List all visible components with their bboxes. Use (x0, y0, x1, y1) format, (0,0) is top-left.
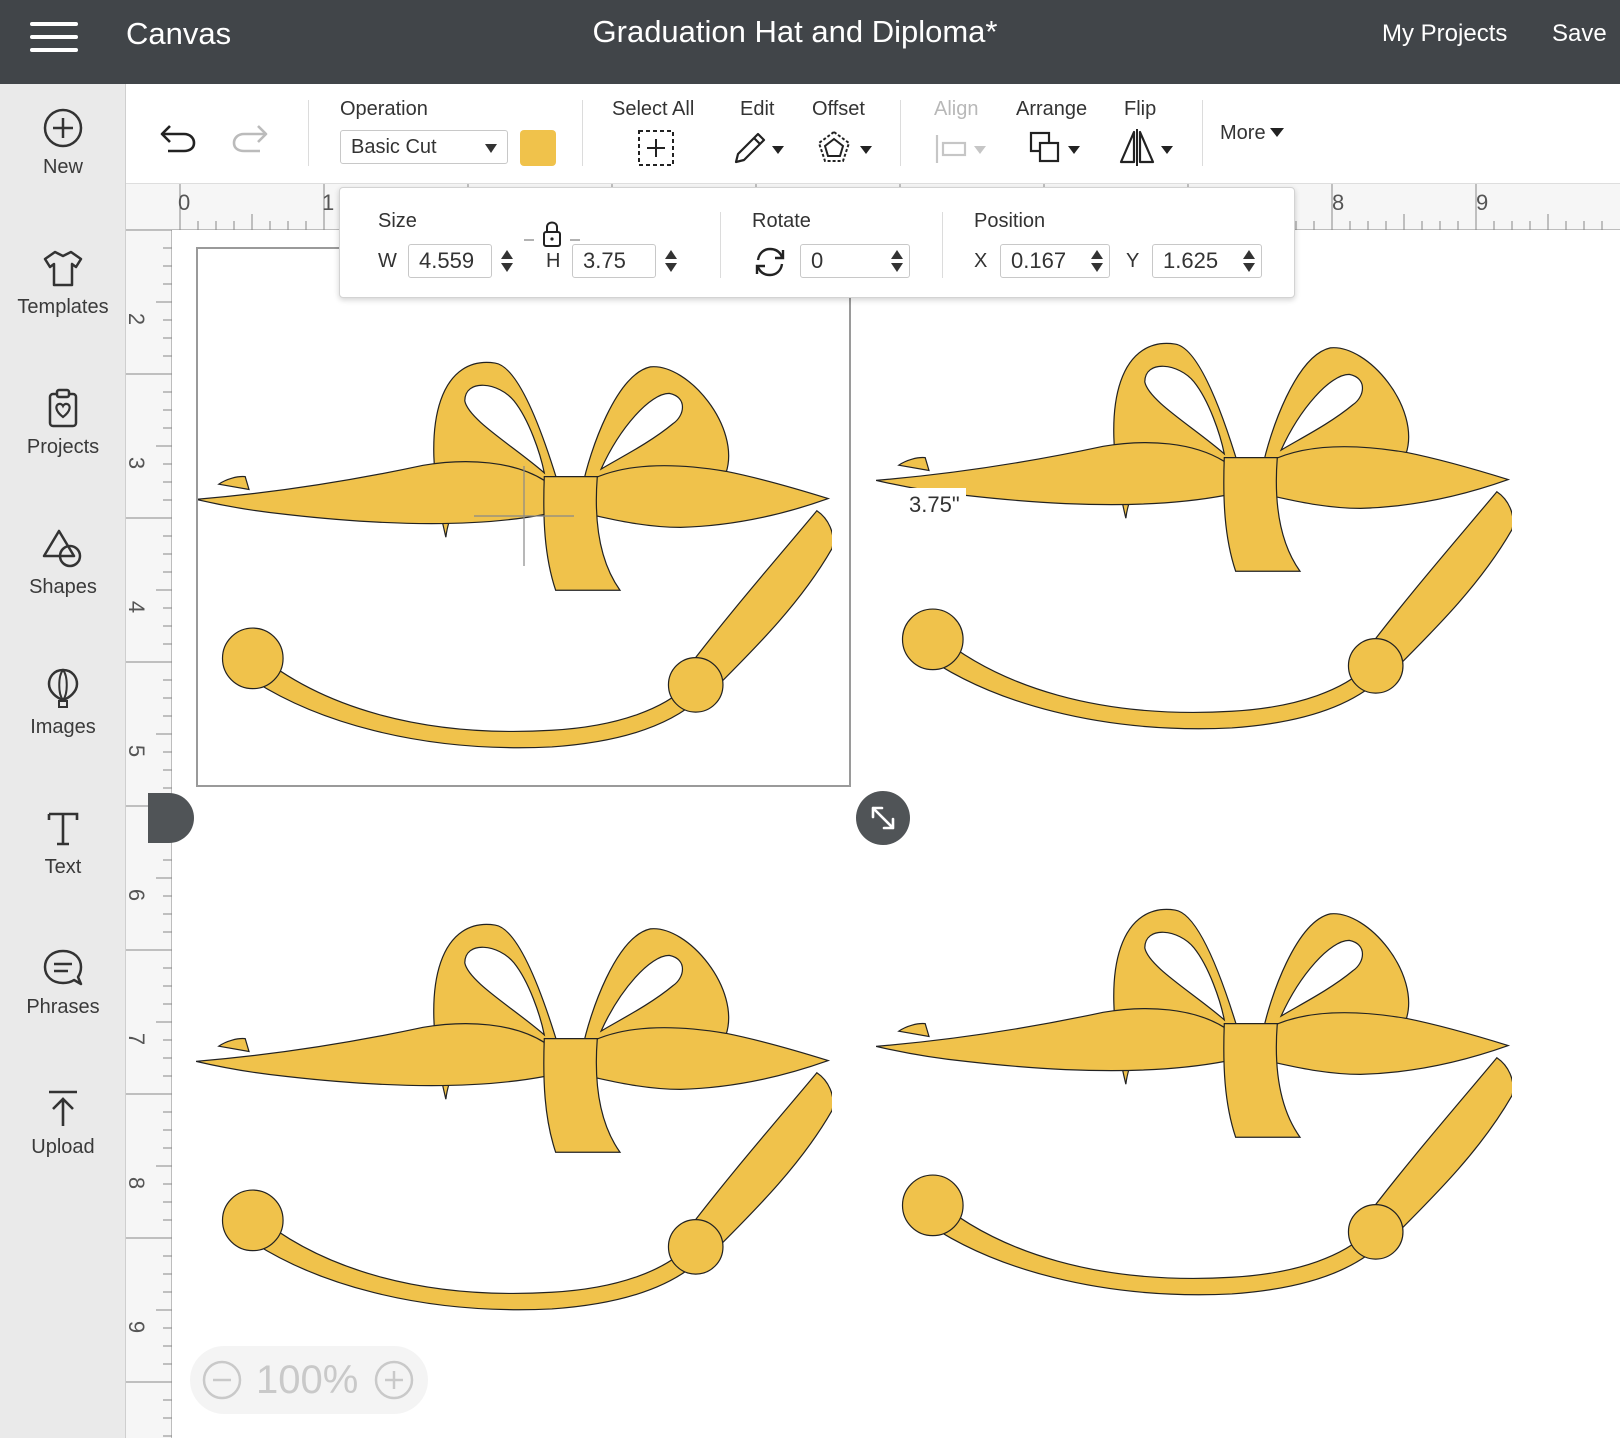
chevron-down-icon (1269, 128, 1284, 137)
toolbar-divider (1202, 100, 1203, 166)
nav-label: Images (30, 716, 96, 738)
left-sidebar: New Templates Projects Shapes Images Tex… (0, 84, 126, 1438)
zoom-level: 100% (256, 1358, 359, 1402)
align-icon[interactable] (934, 132, 990, 166)
nav-new[interactable]: New (0, 84, 126, 204)
nav-shapes[interactable]: Shapes (0, 504, 126, 624)
size-label: Size (378, 210, 417, 232)
ruler-number: 9 (1476, 190, 1489, 215)
ruler-number: 1 (322, 190, 335, 215)
select-all-label: Select All (612, 98, 695, 120)
zoom-control: 100% (190, 1346, 428, 1414)
toolbar-divider (582, 100, 583, 166)
nav-label: Templates (17, 296, 109, 318)
height-stepper[interactable] (664, 248, 678, 276)
ruler-number: 7 (124, 1032, 150, 1046)
nav-images[interactable]: Images (0, 644, 126, 764)
arrange-label: Arrange (1016, 98, 1088, 120)
size-position-panel: Size W 4.559 H 3.75 Rotate 0 Position X … (339, 187, 1295, 298)
panel-divider (942, 212, 943, 278)
width-stepper[interactable] (500, 248, 514, 276)
nav-phrases[interactable]: Phrases (0, 924, 126, 1044)
top-bar: Canvas Graduation Hat and Diploma* My Pr… (0, 0, 1620, 84)
panel-divider (720, 212, 721, 278)
rotate-icon[interactable] (752, 244, 788, 280)
nav-text[interactable]: Text (0, 784, 126, 904)
x-position-stepper[interactable] (1090, 248, 1104, 276)
nav-label: Shapes (29, 576, 97, 598)
text-icon (47, 812, 79, 846)
ruler-number: 5 (124, 744, 150, 758)
select-all-icon[interactable] (636, 128, 676, 168)
ruler-number: 4 (124, 600, 150, 614)
tshirt-icon (43, 250, 83, 287)
rotate-stepper[interactable] (890, 248, 904, 276)
redo-icon[interactable] (230, 120, 270, 156)
edit-label: Edit (740, 98, 775, 120)
operation-select[interactable]: Basic Cut (340, 130, 508, 164)
nav-label: Upload (31, 1136, 95, 1158)
flip-icon[interactable] (1118, 128, 1178, 168)
ruler-number: 9 (124, 1320, 150, 1334)
pencil-icon[interactable] (730, 128, 786, 168)
ruler-number: 8 (1332, 190, 1345, 215)
ruler-number: 2 (124, 312, 150, 326)
offset-label: Offset (812, 98, 865, 120)
bow-tassel-shape[interactable] (876, 823, 1512, 1353)
upload-icon (49, 1090, 77, 1126)
width-input[interactable]: 4.559 (408, 244, 492, 278)
crosshair-icon (474, 466, 574, 566)
speech-bubble-icon (43, 949, 83, 986)
height-input[interactable]: 3.75 (572, 244, 656, 278)
edit-toolbar: Operation Basic Cut Select All Edit Offs… (126, 84, 1620, 184)
align-label: Align (934, 98, 979, 120)
more-label: More (1220, 122, 1266, 144)
chevron-down-icon (485, 144, 497, 153)
nav-projects[interactable]: Projects (0, 364, 126, 484)
width-label: W (378, 250, 397, 272)
more-menu-button[interactable]: More (1220, 122, 1284, 145)
balloon-icon (47, 668, 79, 708)
offset-icon[interactable] (816, 128, 878, 168)
undo-icon[interactable] (158, 120, 198, 156)
nav-label: Text (44, 856, 82, 878)
ruler-number: 8 (124, 1176, 150, 1190)
flip-label: Flip (1124, 98, 1157, 120)
resize-handle[interactable] (856, 791, 910, 845)
zoom-in-icon[interactable] (374, 1360, 414, 1400)
position-label: Position (974, 210, 1046, 232)
document-title: Graduation Hat and Diploma* (592, 14, 998, 49)
operation-value: Basic Cut (351, 136, 437, 158)
shapes-icon (42, 529, 82, 568)
save-button[interactable]: Save (1552, 20, 1607, 48)
my-projects-link[interactable]: My Projects (1382, 20, 1507, 48)
material-color-swatch[interactable] (520, 130, 556, 166)
nav-upload[interactable]: Upload (0, 1064, 126, 1184)
resize-arrows-icon (871, 806, 895, 830)
nav-label: New (42, 156, 83, 178)
plus-circle-icon (43, 108, 83, 148)
x-label: X (974, 250, 988, 272)
height-label: H (546, 250, 561, 272)
clipboard-heart-icon (48, 388, 78, 428)
y-position-stepper[interactable] (1242, 248, 1256, 276)
rotate-label: Rotate (752, 210, 811, 232)
arrange-icon[interactable] (1028, 130, 1084, 168)
nav-label: Phrases (26, 996, 100, 1018)
bow-tassel-shape[interactable] (196, 843, 832, 1363)
zoom-out-icon[interactable] (202, 1360, 242, 1400)
ruler-number: 0 (178, 190, 191, 215)
nav-label: Projects (26, 436, 100, 458)
nav-templates[interactable]: Templates (0, 224, 126, 344)
ruler-number: 3 (124, 456, 150, 470)
operation-label: Operation (340, 98, 428, 120)
bow-tassel-shape[interactable] (876, 257, 1512, 787)
ruler-number: 6 (124, 888, 150, 902)
toolbar-divider (308, 100, 309, 166)
toolbar-divider (900, 100, 901, 166)
height-dimension-tag: 3.75" (903, 488, 966, 522)
y-label: Y (1126, 250, 1140, 272)
